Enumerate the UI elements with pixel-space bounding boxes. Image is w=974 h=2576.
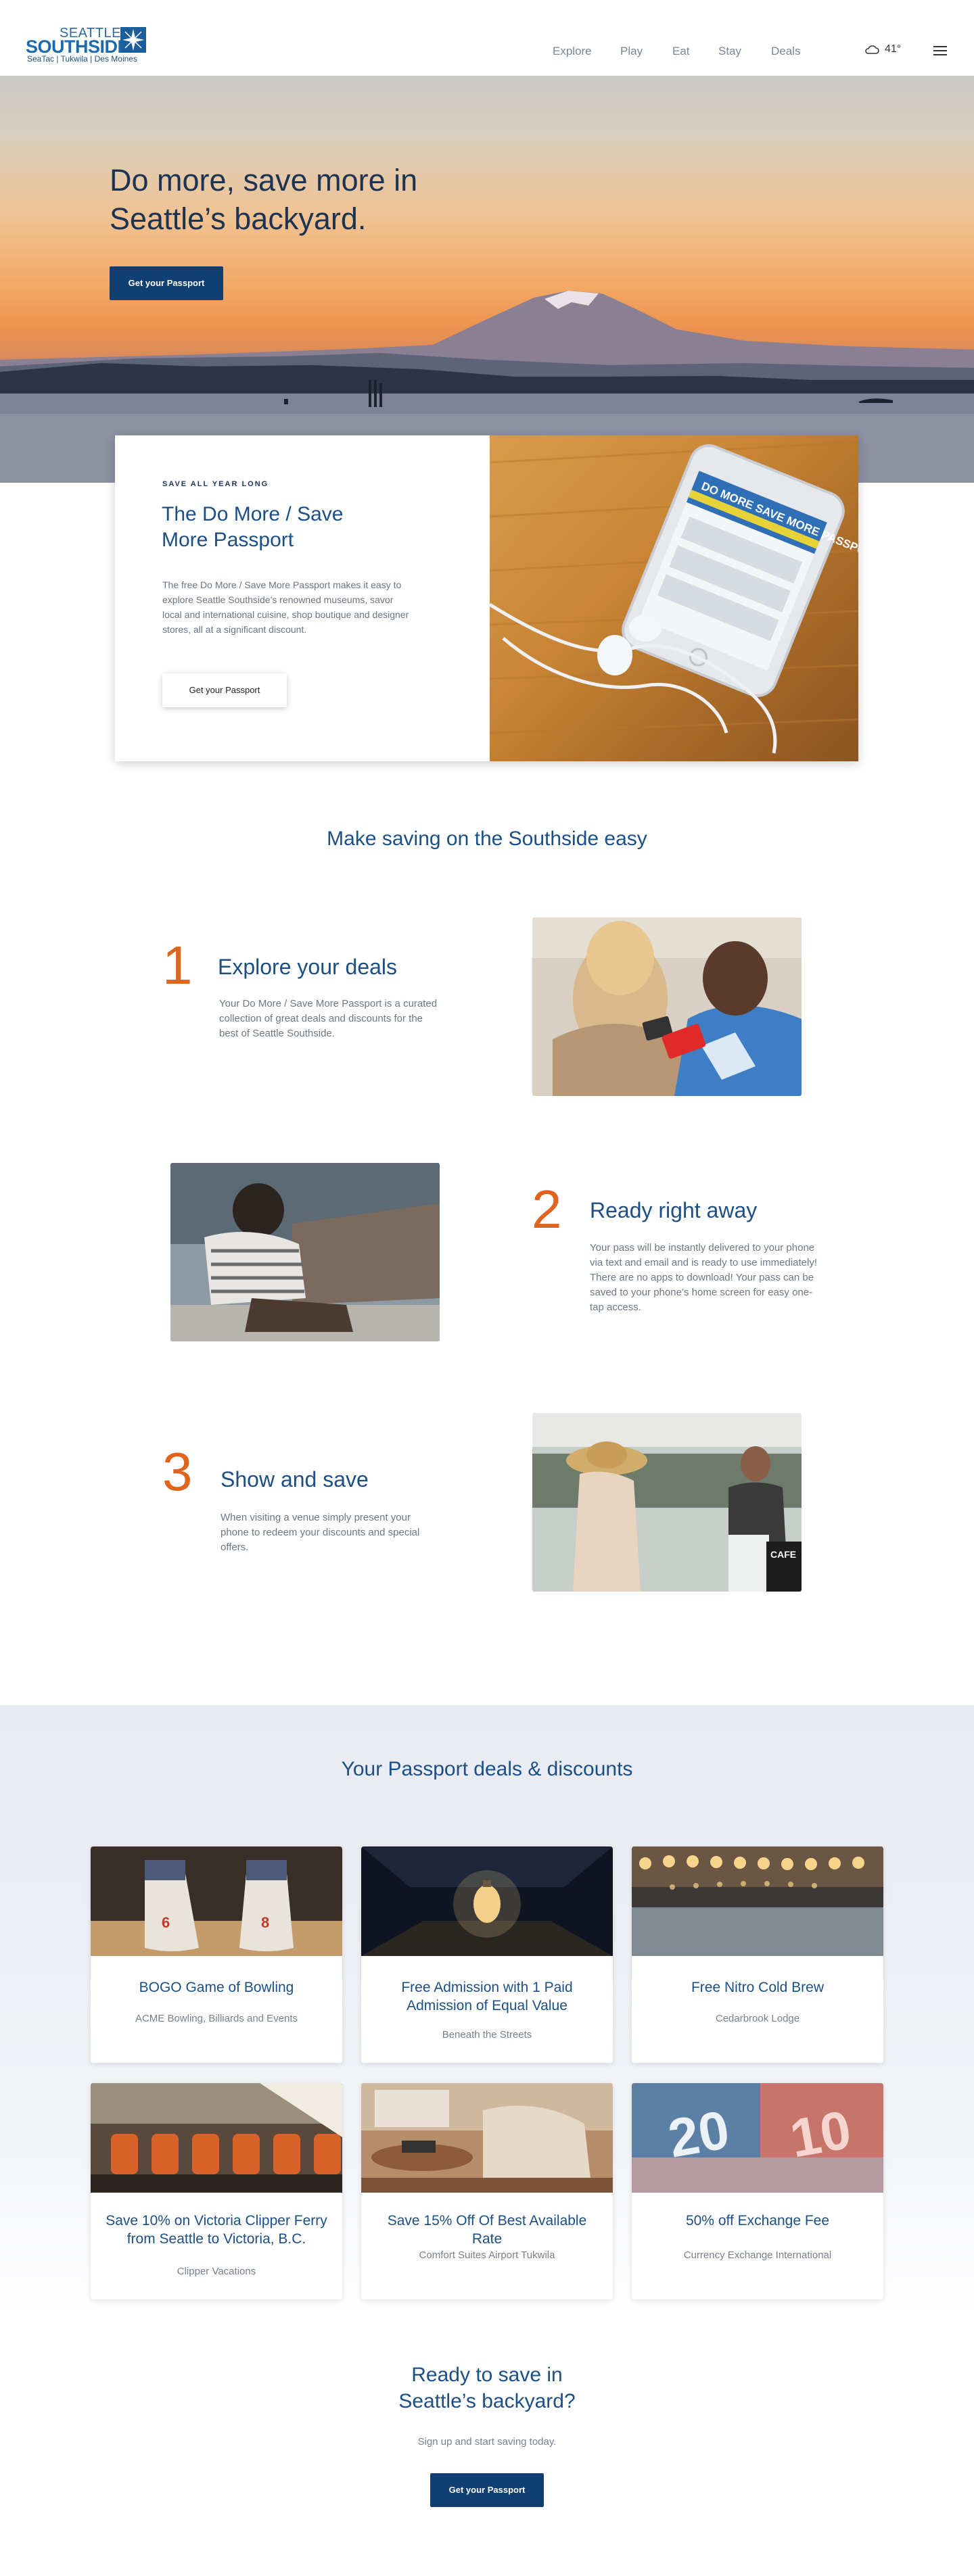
logo-tagline: SeaTac | Tukwila | Des Moines [27,54,137,64]
weather-widget[interactable]: 41° [864,43,901,55]
weather-temp: 41° [885,43,902,55]
step-3-title: Show and save [221,1467,369,1492]
shoe-number-left: 6 [162,1914,170,1931]
deal-vendor: Cedarbrook Lodge [715,2013,800,2024]
underground-tunnel-image [361,1846,613,1956]
shoe-number-right: 8 [261,1914,269,1931]
step-2-title: Ready right away [590,1198,758,1222]
hero-get-passport-button[interactable]: Get your Passport [110,266,223,300]
step-3-number: 3 [162,1441,193,1502]
site-header: SEATTLE SOUTHSIDE SeaTac | Tukwila | Des… [0,0,974,76]
steps-section-title: Make saving on the Southside easy [327,828,647,850]
deal-title: Save 10% on Victoria Clipper Ferry from … [106,2213,327,2247]
hamburger-menu-icon[interactable] [933,46,947,55]
deal-card-ferry[interactable]: Save 10% on Victoria Clipper Ferry from … [91,2083,342,2299]
deal-title: Free Nitro Cold Brew [691,1980,825,1995]
deals-section-title: Your Passport deals & discounts [341,1758,633,1780]
deal-card-hotel[interactable]: Save 15% Off Of Best Available Rate Comf… [361,2083,613,2299]
site-logo[interactable]: SEATTLE SOUTHSIDE SeaTac | Tukwila | Des… [26,26,147,64]
deal-title: Save 15% Off Of Best Available Rate [387,2213,587,2247]
step-3-text: When visiting a venue simply present you… [221,1512,420,1553]
deal-vendor: Beneath the Streets [442,2029,532,2041]
nav-eat[interactable]: Eat [672,45,690,58]
cloud-icon [865,45,879,54]
deal-title: 50% off Exchange Fee [685,2213,830,2228]
nav-explore[interactable]: Explore [553,45,592,58]
cta-title-text: Ready to save in Seattle’s backyard? [398,2364,576,2412]
euro-banknotes-image: 20 10 [632,2083,883,2193]
friends-phones-photo [532,917,802,1096]
step-2-number: 2 [532,1179,562,1239]
step-2-text: Your pass will be instantly delivered to… [590,1242,817,1313]
cta-title: Ready to save in Seattle’s backyard? [0,2362,974,2414]
intro-eyebrow: SAVE ALL YEAR LONG [162,480,269,488]
string-lights-image [632,1846,883,1956]
hotel-lounge-image [361,2083,613,2193]
deal-card-tunnel[interactable]: Free Admission with 1 Paid Admission of … [361,1846,613,2063]
deal-card-cold-brew[interactable]: Free Nitro Cold Brew Cedarbrook Lodge [632,1846,883,2063]
hero-section: Do more, save more in Seattle’s backyard… [0,76,974,483]
deal-vendor: Comfort Suites Airport Tukwila [419,2249,555,2261]
deal-vendor: ACME Bowling, Billiards and Events [135,2013,298,2024]
banknote-10-text: 10 [785,2099,855,2169]
intro-title: The Do More / Save More Passport [162,503,344,551]
deal-vendor: Clipper Vacations [177,2266,256,2277]
cta-text: Sign up and start saving today. [417,2436,557,2448]
cta-get-passport-button[interactable]: Get your Passport [430,2473,544,2507]
nav-stay[interactable]: Stay [718,45,741,58]
cafe-sign-text: CAFE [770,1549,796,1560]
step-1-text: Your Do More / Save More Passport is a c… [219,998,438,1039]
phone-earphones-image: DO MORE SAVE MORE PASSPORT [490,435,858,761]
nav-deals[interactable]: Deals [771,45,800,58]
logo-star-icon [120,27,146,53]
deal-title: BOGO Game of Bowling [139,1980,294,1995]
bowling-shoes-image: 6 8 [91,1846,342,1956]
cafe-counter-photo: CAFE [532,1413,802,1592]
banknote-20-text: 20 [664,2099,733,2169]
intro-get-passport-button[interactable]: Get your Passport [162,673,287,707]
step-1-title: Explore your deals [218,955,398,979]
ferry-seats-image [91,2083,342,2193]
nav-play[interactable]: Play [620,45,643,58]
man-on-phone-photo [170,1163,440,1341]
hero-title: Do more, save more in Seattle’s backyard… [110,163,418,236]
deal-vendor: Currency Exchange International [683,2249,832,2261]
deal-card-currency[interactable]: 20 10 50% off Exchange Fee Currency Exch… [632,2083,883,2299]
step-1-number: 1 [162,935,193,995]
deal-card-bowling[interactable]: 6 8 BOGO Game of Bowling ACME Bowling, B… [91,1846,342,2063]
passport-intro-card: SAVE ALL YEAR LONG The Do More / Save Mo… [115,435,858,761]
deal-title: Free Admission with 1 Paid Admission of … [401,1980,573,2013]
intro-text: The free Do More / Save More Passport ma… [162,579,409,635]
phone-illustration: DO MORE SAVE MORE PASSPORT [490,441,858,754]
